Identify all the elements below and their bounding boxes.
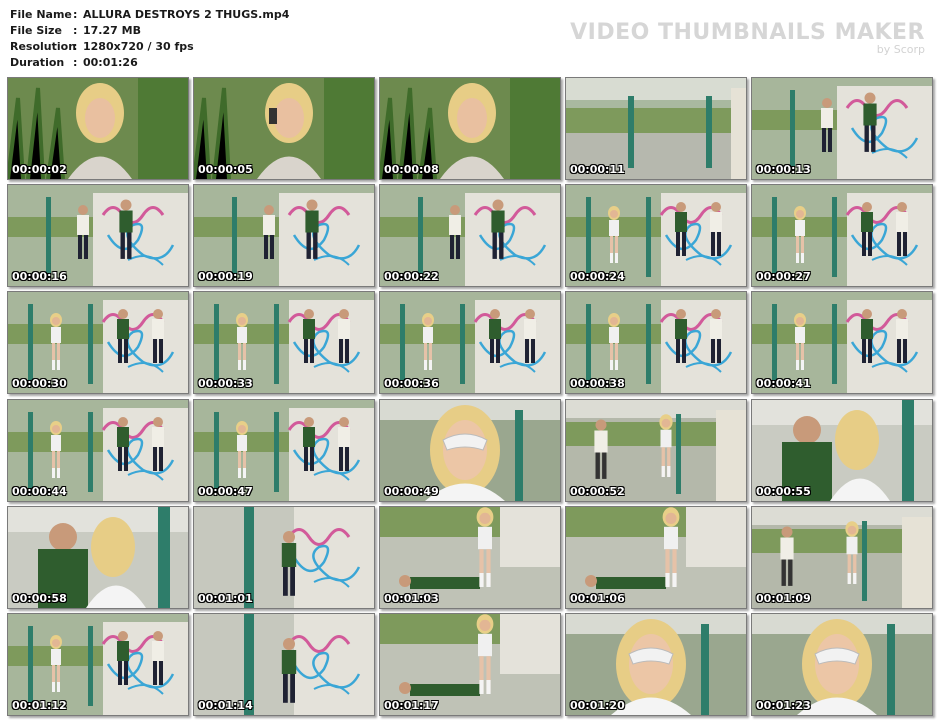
video-thumbnail: 00:01:03 <box>379 506 561 609</box>
video-thumbnail: 00:01:09 <box>751 506 933 609</box>
thumbnail-timestamp: 00:00:38 <box>570 377 625 390</box>
video-thumbnail: 00:00:19 <box>193 184 375 287</box>
video-thumbnail: 00:00:33 <box>193 291 375 394</box>
video-thumbnail: 00:00:22 <box>379 184 561 287</box>
thumbnail-grid: 00:00:02 00:00:05 00:00:08 00:00:11 00:0… <box>0 0 937 720</box>
thumbnail-timestamp: 00:00:05 <box>198 163 253 176</box>
thumbnail-timestamp: 00:01:03 <box>384 592 439 605</box>
video-thumbnail: 00:00:58 <box>7 506 189 609</box>
thumbnail-timestamp: 00:00:27 <box>756 270 811 283</box>
thumbnail-timestamp: 00:00:22 <box>384 270 439 283</box>
thumbnail-timestamp: 00:01:06 <box>570 592 625 605</box>
thumbnail-timestamp: 00:00:19 <box>198 270 253 283</box>
thumbnail-timestamp: 00:00:49 <box>384 485 439 498</box>
thumbnail-timestamp: 00:00:33 <box>198 377 253 390</box>
thumbnail-timestamp: 00:00:24 <box>570 270 625 283</box>
video-thumbnail: 00:00:38 <box>565 291 747 394</box>
thumbnail-timestamp: 00:00:13 <box>756 163 811 176</box>
thumbnail-timestamp: 00:00:55 <box>756 485 811 498</box>
thumbnail-timestamp: 00:00:52 <box>570 485 625 498</box>
video-thumbnail: 00:00:08 <box>379 77 561 180</box>
thumbnail-timestamp: 00:01:23 <box>756 699 811 712</box>
video-thumbnail: 00:01:06 <box>565 506 747 609</box>
video-thumbnail: 00:00:49 <box>379 399 561 502</box>
video-thumbnail: 00:00:55 <box>751 399 933 502</box>
video-thumbnail: 00:00:11 <box>565 77 747 180</box>
thumbnail-timestamp: 00:01:14 <box>198 699 253 712</box>
thumbnail-timestamp: 00:00:30 <box>12 377 67 390</box>
thumbnail-timestamp: 00:01:20 <box>570 699 625 712</box>
video-thumbnail: 00:00:52 <box>565 399 747 502</box>
video-thumbnail: 00:00:47 <box>193 399 375 502</box>
video-thumbnail: 00:00:36 <box>379 291 561 394</box>
thumbnail-timestamp: 00:00:41 <box>756 377 811 390</box>
thumbnail-timestamp: 00:00:16 <box>12 270 67 283</box>
thumbnail-timestamp: 00:01:17 <box>384 699 439 712</box>
thumbnail-timestamp: 00:00:58 <box>12 592 67 605</box>
video-thumbnail: 00:00:44 <box>7 399 189 502</box>
video-thumbnail: 00:00:02 <box>7 77 189 180</box>
video-thumbnail: 00:01:12 <box>7 613 189 716</box>
video-thumbnail: 00:01:23 <box>751 613 933 716</box>
thumbnail-timestamp: 00:00:02 <box>12 163 67 176</box>
thumbnail-timestamp: 00:01:01 <box>198 592 253 605</box>
video-thumbnail: 00:01:20 <box>565 613 747 716</box>
video-thumbnail: 00:00:27 <box>751 184 933 287</box>
video-thumbnail: 00:00:16 <box>7 184 189 287</box>
video-thumbnail: 00:01:17 <box>379 613 561 716</box>
video-thumbnail: 00:00:05 <box>193 77 375 180</box>
video-thumbnail: 00:00:41 <box>751 291 933 394</box>
thumbnail-timestamp: 00:00:47 <box>198 485 253 498</box>
thumbnail-timestamp: 00:00:08 <box>384 163 439 176</box>
thumbnail-timestamp: 00:01:12 <box>12 699 67 712</box>
thumbnail-timestamp: 00:01:09 <box>756 592 811 605</box>
video-thumbnail: 00:00:24 <box>565 184 747 287</box>
video-thumbnail: 00:00:30 <box>7 291 189 394</box>
video-thumbnail: 00:00:13 <box>751 77 933 180</box>
video-thumbnail: 00:01:14 <box>193 613 375 716</box>
video-thumbnail: 00:01:01 <box>193 506 375 609</box>
thumbnail-timestamp: 00:00:36 <box>384 377 439 390</box>
thumbnail-timestamp: 00:00:11 <box>570 163 625 176</box>
thumbnail-timestamp: 00:00:44 <box>12 485 67 498</box>
